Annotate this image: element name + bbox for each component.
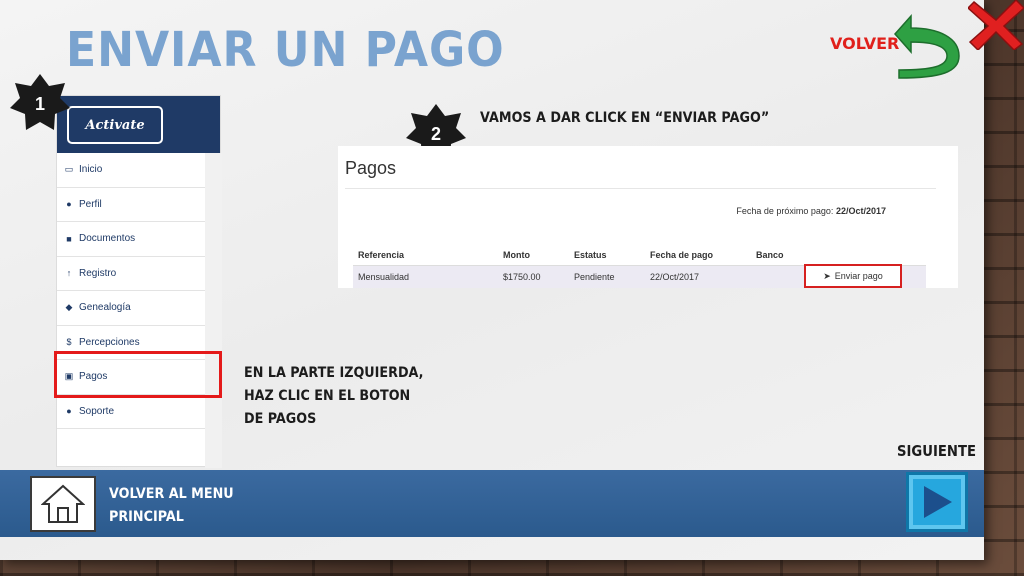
table-header: Referencia Monto Estatus Fecha de pago B… <box>353 244 926 266</box>
sidebar-item-genealogia[interactable]: ◆ Genealogía <box>57 291 205 326</box>
briefcase-icon: ■ <box>66 233 72 244</box>
step-1-instruction: EN LA PARTE IZQUIERDA, HAZ CLIC EN EL BO… <box>244 365 424 427</box>
page-title: ENVIAR UN PAGO <box>66 22 505 78</box>
dollar-icon: $ <box>66 337 72 348</box>
volver-link[interactable]: VOLVER <box>830 34 899 53</box>
pagos-highlight <box>54 351 222 398</box>
send-icon: ➤ <box>823 270 831 281</box>
monitor-icon: ▭ <box>64 164 74 175</box>
sidebar-header: Activate <box>57 96 220 153</box>
sidebar-item-registro[interactable]: ↑ Registro <box>57 257 205 291</box>
sidebar-item-documentos[interactable]: ■ Documentos <box>57 222 205 257</box>
user-icon: ● <box>66 199 72 210</box>
home-icon <box>41 484 85 523</box>
siguiente-label: SIGUIENTE <box>897 442 976 460</box>
sidebar-item-perfil[interactable]: ● Perfil <box>57 188 205 222</box>
home-button[interactable] <box>30 476 96 532</box>
back-arrow-icon[interactable] <box>893 12 963 80</box>
step-2-instruction: VAMOS A DAR CLICK EN “ENVIAR PAGO” <box>480 110 770 126</box>
tree-icon: ↑ <box>66 268 72 279</box>
sidebar-item-inicio[interactable]: ▭ Inicio <box>57 153 205 188</box>
play-icon <box>924 486 952 518</box>
sidebar-screenshot: Activate ▭ Inicio ● Perfil ■ Documentos … <box>56 95 222 468</box>
slide: ENVIAR UN PAGO VOLVER Activate ▭ Inicio … <box>0 0 1024 560</box>
next-button[interactable] <box>906 472 968 532</box>
bottom-bar: VOLVER AL MENU PRINCIPAL <box>0 470 984 537</box>
step-1-badge: 1 <box>10 74 70 134</box>
sidebar-item-soporte[interactable]: ● Soporte <box>57 395 205 429</box>
comments-icon: ● <box>66 406 72 417</box>
activate-logo: Activate <box>67 106 163 144</box>
divider <box>345 188 936 189</box>
payments-panel: Pagos Fecha de próximo pago: 22/Oct/2017… <box>338 146 958 288</box>
menu-label[interactable]: VOLVER AL MENU PRINCIPAL <box>109 483 234 529</box>
close-icon[interactable] <box>968 0 1024 50</box>
enviar-pago-button[interactable]: ➤ Enviar pago <box>804 264 902 288</box>
next-payment: Fecha de próximo pago: 22/Oct/2017 <box>736 206 886 216</box>
users-icon: ◆ <box>65 302 73 313</box>
payments-title: Pagos <box>345 158 397 178</box>
